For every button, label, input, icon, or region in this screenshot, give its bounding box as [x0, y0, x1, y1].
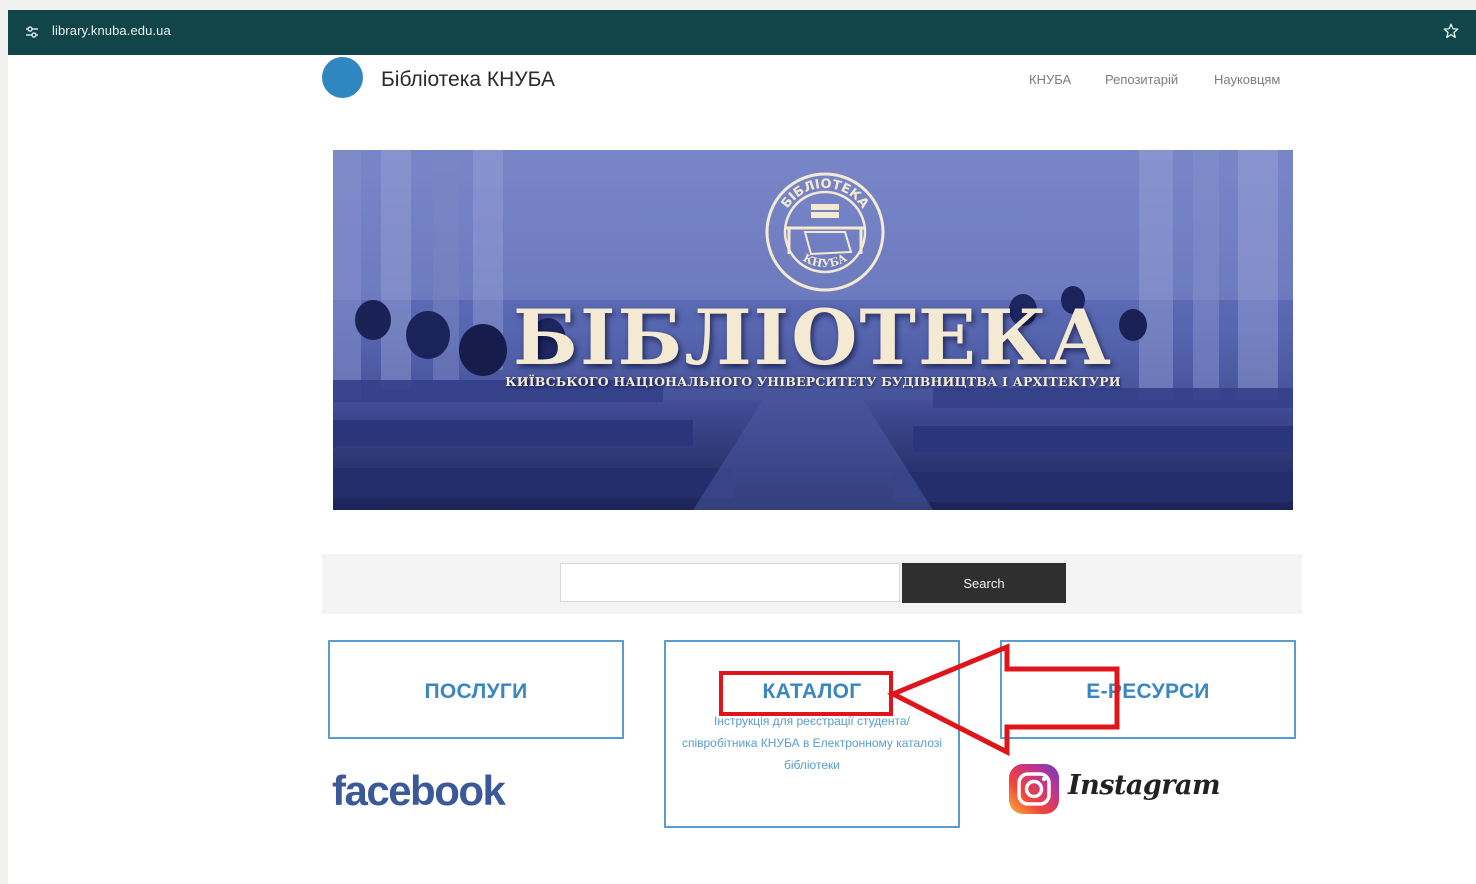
site-title[interactable]: Бібліотека КНУБА [381, 68, 555, 92]
banner-subtitle: КИЇВСЬКОГО НАЦІОНАЛЬНОГО УНІВЕРСИТЕТУ БУ… [505, 374, 1121, 389]
facebook-link[interactable]: facebook [332, 767, 506, 815]
banner-title: БІБЛІОТЕКА [513, 293, 1113, 382]
star-icon[interactable] [1442, 22, 1460, 40]
site-logo[interactable] [322, 57, 363, 98]
nav-item-repository[interactable]: Репозитарій [1105, 72, 1178, 87]
hero-banner: БІБЛІОТЕКА КНУБА БІБЛІОТЕКА КИЇВСЬКОГО Н… [333, 150, 1293, 510]
instagram-link[interactable]: Instagram [1068, 770, 1221, 801]
browser-address-bar: library.knuba.edu.ua [8, 10, 1476, 55]
url-text[interactable]: library.knuba.edu.ua [52, 23, 171, 38]
tile-services-label: ПОСЛУГИ [424, 680, 528, 703]
search-button[interactable]: Search [902, 563, 1066, 603]
search-input[interactable] [560, 563, 900, 602]
tune-icon[interactable] [24, 24, 40, 40]
tile-catalog-label: КАТАЛОГ [762, 680, 862, 703]
tile-catalog-description[interactable]: Інструкція для реєстрації студента/ спів… [666, 710, 958, 776]
instagram-icon[interactable] [1008, 763, 1060, 815]
tile-services[interactable]: ПОСЛУГИ [328, 640, 624, 739]
nav-item-knuba[interactable]: КНУБА [1029, 72, 1071, 87]
library-seal-logo: БІБЛІОТЕКА КНУБА [765, 172, 885, 292]
tile-e-resources[interactable]: Е-РЕСУРСИ [1000, 640, 1296, 739]
nav-item-scientists[interactable]: Науковцям [1214, 72, 1280, 87]
tile-e-resources-label: Е-РЕСУРСИ [1086, 680, 1210, 703]
tile-catalog[interactable]: КАТАЛОГ Інструкція для реєстрації студен… [664, 640, 960, 828]
